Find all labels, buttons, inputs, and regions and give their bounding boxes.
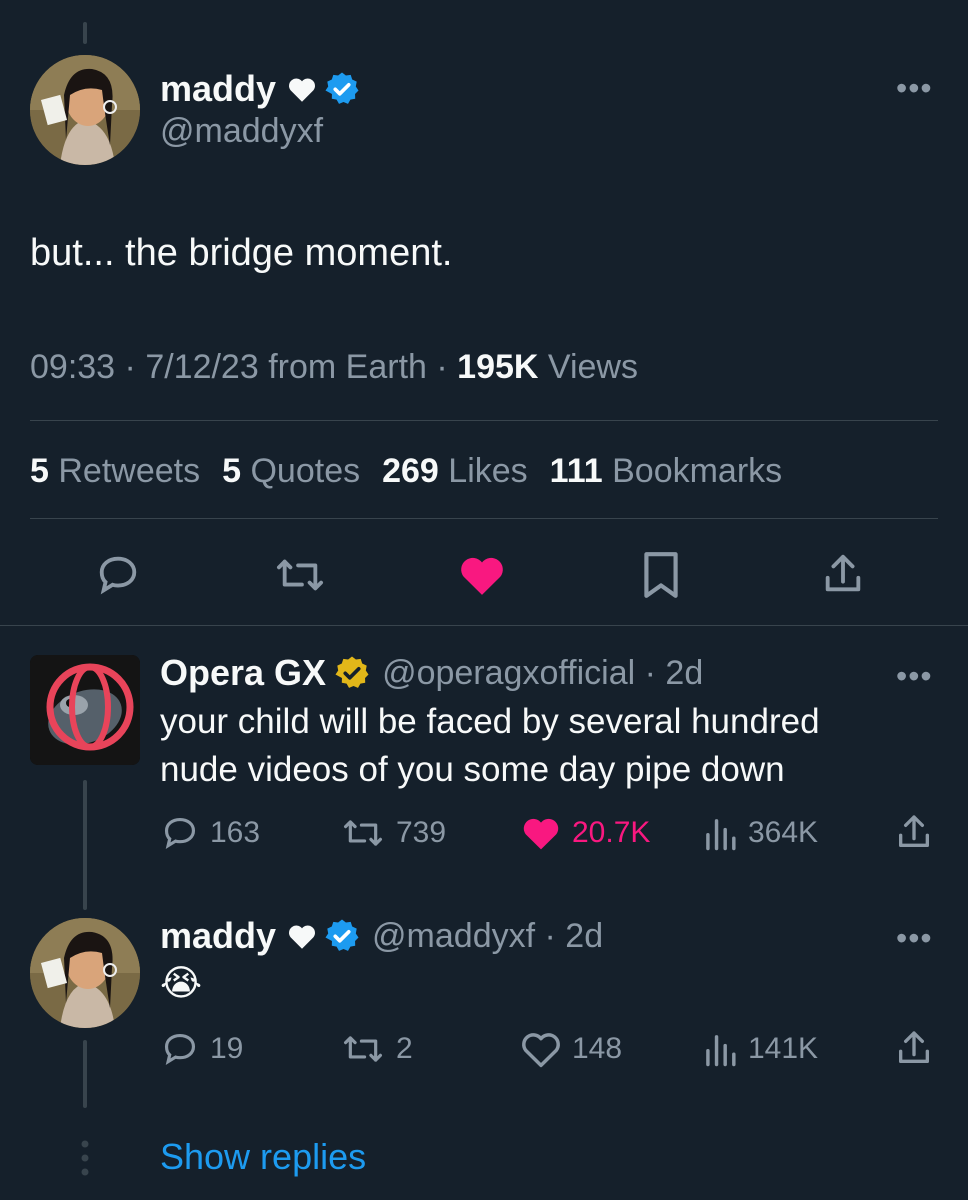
thread-line bbox=[83, 1040, 87, 1108]
reply1-views-count: 364K bbox=[748, 816, 819, 849]
avatar-maddy[interactable] bbox=[30, 55, 140, 165]
like-icon bbox=[523, 818, 559, 850]
reply-icon bbox=[164, 817, 196, 850]
views-icon bbox=[706, 819, 736, 851]
more-icon[interactable]: ••• bbox=[896, 922, 933, 954]
bookmark-icon bbox=[644, 552, 678, 598]
reply2-header[interactable]: maddy @maddyxf · 2d bbox=[160, 915, 603, 957]
meta-separator: · bbox=[115, 348, 146, 386]
reply1-reply-button[interactable]: 163 bbox=[160, 814, 260, 852]
reply-icon bbox=[164, 1033, 196, 1066]
avatar-maddy[interactable] bbox=[30, 918, 140, 1028]
retweets-count: 5 bbox=[30, 452, 49, 490]
reply1-header[interactable]: Opera GX @operagxofficial · 2d bbox=[160, 652, 703, 694]
reply1-retweet-count: 739 bbox=[396, 816, 447, 849]
likes-stat[interactable]: 269 Likes bbox=[382, 452, 528, 491]
tweet-date: 7/12/23 bbox=[145, 348, 259, 386]
avatar-operagx[interactable] bbox=[30, 655, 140, 765]
main-tweet-author[interactable]: maddy bbox=[160, 68, 360, 110]
thread-line-top bbox=[83, 22, 87, 44]
reply1-age: 2d bbox=[665, 653, 704, 692]
reply1-text-line1: your child will be faced by several hund… bbox=[160, 702, 820, 741]
author-handle[interactable]: @maddyxf bbox=[160, 112, 323, 151]
reply1-like-button[interactable]: 20.7K bbox=[520, 814, 650, 852]
reply2-share-button[interactable] bbox=[894, 1028, 934, 1068]
share-icon bbox=[899, 815, 929, 847]
quotes-label: Quotes bbox=[250, 452, 361, 490]
quotes-count: 5 bbox=[222, 452, 242, 490]
bookmark-button[interactable] bbox=[640, 550, 682, 600]
reply1-text-line2: nude videos of you some day pipe down bbox=[160, 750, 785, 789]
quotes-stat[interactable]: 5 Quotes bbox=[222, 452, 360, 491]
reply1-reply-count: 163 bbox=[210, 816, 261, 849]
share-icon bbox=[899, 1031, 929, 1063]
reply1-share-button[interactable] bbox=[894, 812, 934, 852]
reply2-text: 😭 bbox=[160, 962, 203, 1003]
views-label[interactable]: Views bbox=[548, 348, 638, 387]
reply2-views-button[interactable]: 141K bbox=[702, 1030, 818, 1068]
views-icon bbox=[706, 1035, 736, 1067]
retweet-icon bbox=[277, 559, 324, 591]
reply-button[interactable] bbox=[94, 552, 142, 598]
thread-dots-icon bbox=[78, 1138, 92, 1183]
retweet-icon bbox=[344, 1036, 382, 1062]
show-replies-link[interactable]: Show replies bbox=[160, 1136, 366, 1178]
bookmarks-count: 111 bbox=[549, 452, 603, 490]
reply2-author-name: maddy bbox=[160, 915, 277, 956]
retweets-stat[interactable]: 5 Retweets bbox=[30, 452, 200, 491]
reply1-views-button[interactable]: 364K bbox=[702, 814, 818, 852]
divider bbox=[0, 625, 968, 626]
meta-separator: · bbox=[535, 916, 566, 955]
reply2-like-button[interactable]: 148 bbox=[520, 1030, 622, 1068]
divider bbox=[30, 420, 938, 421]
verified-badge-icon bbox=[325, 72, 359, 104]
gold-verified-badge-icon bbox=[335, 656, 369, 688]
reply1-like-count: 20.7K bbox=[572, 816, 651, 849]
reply1-retweet-button[interactable]: 739 bbox=[340, 814, 446, 852]
reply2-reply-button[interactable]: 19 bbox=[160, 1030, 243, 1068]
more-icon[interactable]: ••• bbox=[896, 660, 933, 692]
views-count[interactable]: 195K bbox=[457, 348, 538, 387]
tweet-stats: 5 Retweets 5 Quotes 269 Likes 111 Bookma… bbox=[30, 452, 782, 491]
meta-separator: · bbox=[635, 653, 666, 692]
likes-count: 269 bbox=[382, 452, 439, 490]
reply1-author-name: Opera GX bbox=[160, 652, 327, 693]
bookmarks-stat[interactable]: 111 Bookmarks bbox=[550, 452, 783, 491]
divider bbox=[30, 518, 938, 519]
reply2-like-count: 148 bbox=[572, 1032, 623, 1065]
retweet-button[interactable] bbox=[272, 552, 328, 598]
retweet-icon bbox=[344, 820, 382, 846]
like-icon bbox=[461, 557, 503, 595]
tweet-source: from Earth bbox=[268, 348, 427, 386]
retweets-label: Retweets bbox=[58, 452, 201, 490]
reply2-handle: @maddyxf bbox=[372, 916, 536, 955]
reply2-retweet-count: 2 bbox=[396, 1032, 413, 1065]
meta-space bbox=[259, 348, 268, 387]
reply1-handle: @operagxofficial bbox=[382, 653, 636, 692]
like-button[interactable] bbox=[456, 552, 508, 598]
reply2-reply-count: 19 bbox=[210, 1032, 244, 1065]
thread-line bbox=[83, 780, 87, 910]
reply2-age: 2d bbox=[565, 916, 604, 955]
likes-label: Likes bbox=[448, 452, 528, 490]
share-button[interactable] bbox=[820, 550, 866, 598]
like-icon bbox=[522, 1033, 560, 1068]
meta-space bbox=[538, 348, 547, 387]
verified-badge-icon bbox=[325, 919, 359, 951]
reply-icon bbox=[99, 556, 137, 595]
tweet-meta: 09:33 · 7/12/23 from Earth · 195K Views bbox=[30, 348, 638, 387]
author-name: maddy bbox=[160, 68, 277, 109]
heart-icon bbox=[289, 925, 316, 949]
share-icon bbox=[825, 554, 861, 592]
bookmarks-label: Bookmarks bbox=[612, 452, 783, 490]
reply2-views-count: 141K bbox=[748, 1032, 819, 1065]
tweet-text: but... the bridge moment. bbox=[30, 232, 453, 274]
meta-separator: · bbox=[426, 348, 458, 386]
reply2-retweet-button[interactable]: 2 bbox=[340, 1030, 413, 1068]
tweet-time: 09:33 bbox=[30, 348, 116, 386]
more-icon[interactable]: ••• bbox=[896, 72, 933, 104]
heart-icon bbox=[289, 78, 316, 102]
